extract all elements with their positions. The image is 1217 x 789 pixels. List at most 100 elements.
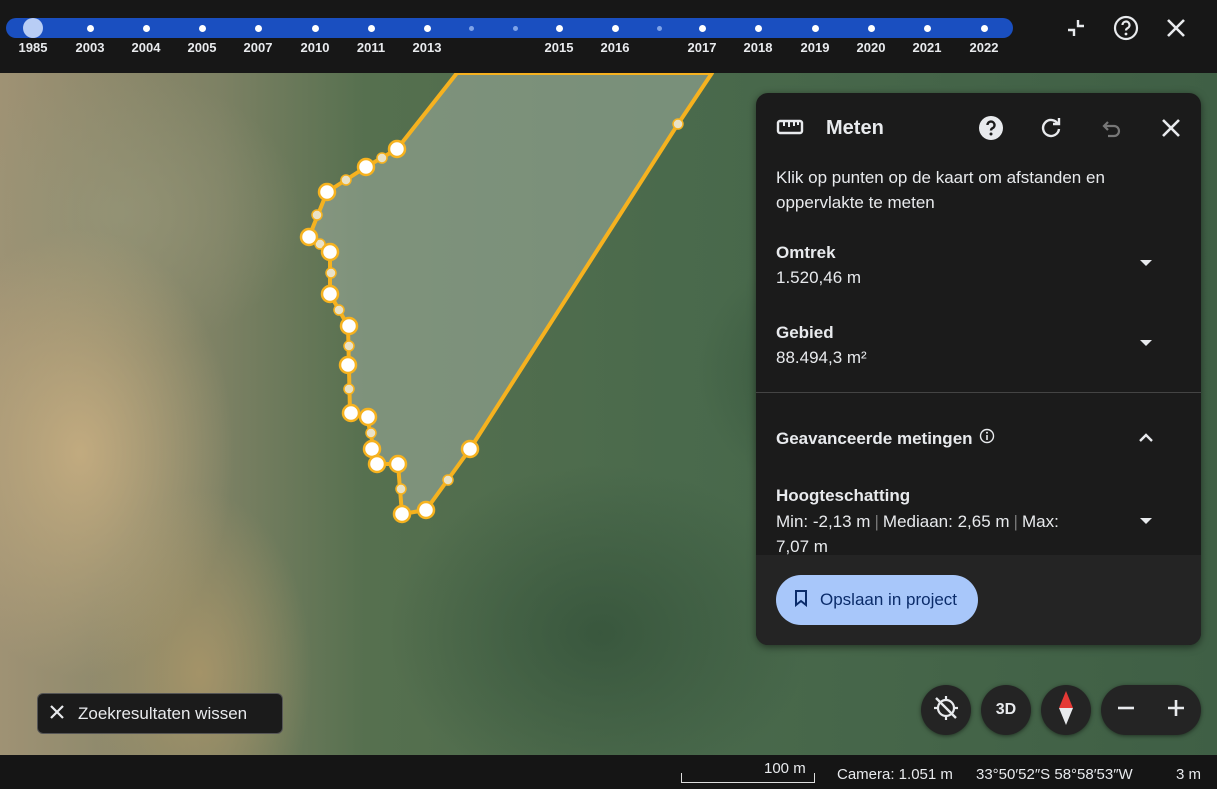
vertex-handle[interactable] [317, 182, 337, 202]
chevron-down-icon[interactable] [1136, 253, 1156, 273]
timeline-year-label[interactable]: 2017 [688, 40, 717, 55]
timeline-year-marker[interactable] [867, 25, 875, 32]
panel-title: Meten [826, 117, 884, 139]
google-earth-window: 1985 2003 2004 2005 2007 2010 2011 2013 2015 2016… [0, 0, 1217, 789]
refresh-icon[interactable] [1035, 112, 1067, 144]
clear-search-results-label: Zoekresultaten wissen [78, 703, 248, 723]
vertex-handle[interactable] [299, 227, 319, 247]
zoom-out-button[interactable] [1101, 685, 1151, 735]
location-off-button[interactable] [921, 685, 971, 735]
vertex-handle[interactable] [320, 284, 340, 304]
chevron-down-icon[interactable] [1136, 333, 1156, 353]
close-icon[interactable] [1155, 112, 1187, 144]
timeline-minor-marker[interactable] [512, 26, 518, 31]
help-icon[interactable] [1110, 12, 1142, 44]
timeline-year-marker[interactable] [754, 25, 762, 32]
timeline-year-label[interactable]: 2007 [244, 40, 273, 55]
timeline-year-label[interactable]: 2015 [545, 40, 574, 55]
vertex-handle[interactable] [392, 504, 412, 524]
compass-button[interactable] [1041, 685, 1091, 735]
vertex-handle[interactable] [338, 355, 358, 375]
advanced-measurements-label: Geavanceerde metingen [776, 428, 973, 448]
timeline-year-marker[interactable] [254, 25, 262, 32]
timeline-year-marker[interactable] [367, 25, 375, 32]
chevron-up-icon[interactable] [1136, 428, 1156, 448]
timeline-year-label[interactable]: 1985 [19, 40, 48, 55]
vertex-handle[interactable] [387, 139, 407, 159]
vertex-handle[interactable] [367, 454, 387, 474]
timeline-year-label[interactable]: 2016 [601, 40, 630, 55]
help-icon[interactable] [975, 112, 1007, 144]
timeline-year-label[interactable]: 2010 [301, 40, 330, 55]
timeline-minor-marker[interactable] [656, 26, 662, 31]
panel-description: Klik op punten op de kaart om afstanden … [776, 168, 1105, 212]
midpoint-handle[interactable] [343, 383, 355, 395]
save-to-project-button[interactable]: Opslaan in project [776, 575, 979, 625]
collapse-icon[interactable] [1060, 12, 1092, 44]
close-icon [50, 704, 64, 724]
timeline-year-marker[interactable] [923, 25, 931, 32]
timeline-track[interactable] [6, 18, 1013, 38]
midpoint-handle[interactable] [442, 474, 454, 486]
timeline-year-label[interactable]: 2003 [76, 40, 105, 55]
separator: | [874, 512, 879, 531]
minus-icon [1116, 698, 1136, 723]
timeline-year-marker[interactable] [423, 25, 431, 32]
vertex-handle[interactable] [460, 439, 480, 459]
save-button-label: Opslaan in project [820, 590, 958, 609]
midpoint-handle[interactable] [395, 483, 407, 495]
timeline-year-label[interactable]: 2011 [357, 40, 385, 55]
zoom-in-button[interactable] [1151, 685, 1201, 735]
midpoint-handle[interactable] [340, 174, 352, 186]
panel-divider [756, 392, 1201, 393]
advanced-measurements-toggle[interactable]: Geavanceerde metingen [776, 428, 995, 449]
midpoint-handle[interactable] [311, 209, 323, 221]
timeline-year-label[interactable]: 2004 [132, 40, 161, 55]
timeline-minor-marker[interactable] [468, 26, 474, 31]
timeline-year-marker[interactable] [198, 25, 206, 32]
clear-search-results-button[interactable]: Zoekresultaten wissen [37, 693, 283, 734]
timeline-year-label[interactable]: 2021 [913, 40, 942, 55]
midpoint-handle[interactable] [343, 340, 355, 352]
perimeter-label: Omtrek [776, 243, 836, 262]
elevation: 3 m [1176, 766, 1202, 783]
coordinates: 33°50′52″S 58°58′53″W [976, 766, 1133, 783]
height-estimate-label: Hoogteschatting [776, 486, 911, 505]
timeline-year-marker[interactable] [86, 25, 94, 32]
close-icon[interactable] [1160, 12, 1192, 44]
midpoint-handle[interactable] [672, 118, 684, 130]
vertex-handle[interactable] [356, 157, 376, 177]
midpoint-handle[interactable] [333, 304, 345, 316]
timeline-year-label[interactable]: 2005 [188, 40, 217, 55]
timeline-year-label[interactable]: 2019 [801, 40, 830, 55]
timeline-year-marker[interactable] [311, 25, 319, 32]
timeline-year-marker[interactable] [555, 25, 563, 32]
info-icon[interactable] [979, 428, 995, 449]
midpoint-handle[interactable] [376, 152, 388, 164]
vertex-handle[interactable] [341, 403, 361, 423]
vertex-handle[interactable] [320, 242, 340, 262]
toggle-3d-label: 3D [995, 701, 1017, 718]
timeline-year-label[interactable]: 2013 [413, 40, 442, 55]
timeline-year-label[interactable]: 2018 [744, 40, 773, 55]
undo-icon[interactable] [1095, 112, 1127, 144]
toggle-3d-button[interactable]: 3D [981, 685, 1031, 735]
vertex-handle[interactable] [388, 454, 408, 474]
midpoint-handle[interactable] [365, 427, 377, 439]
vertex-handle[interactable] [339, 316, 359, 336]
vertex-handle[interactable] [416, 500, 436, 520]
midpoint-handle[interactable] [325, 267, 337, 279]
chevron-down-icon[interactable] [1136, 511, 1156, 531]
vertex-handle[interactable] [362, 439, 382, 459]
timeline-year-marker[interactable] [142, 25, 150, 32]
vertex-handle[interactable] [358, 407, 378, 427]
timeline-year-label[interactable]: 2022 [970, 40, 999, 55]
timeline-year-marker[interactable] [611, 25, 619, 32]
status-bar: 100 m Camera: 1.051 m 33°50′52″S 58°58′5… [0, 755, 1217, 789]
timeline-year-marker[interactable] [698, 25, 706, 32]
timeline-year-marker[interactable] [980, 25, 988, 32]
timeline-year-label[interactable]: 2020 [857, 40, 886, 55]
ruler-icon [774, 111, 806, 143]
timeline-year-marker[interactable] [811, 25, 819, 32]
timeline-handle[interactable] [23, 18, 43, 38]
